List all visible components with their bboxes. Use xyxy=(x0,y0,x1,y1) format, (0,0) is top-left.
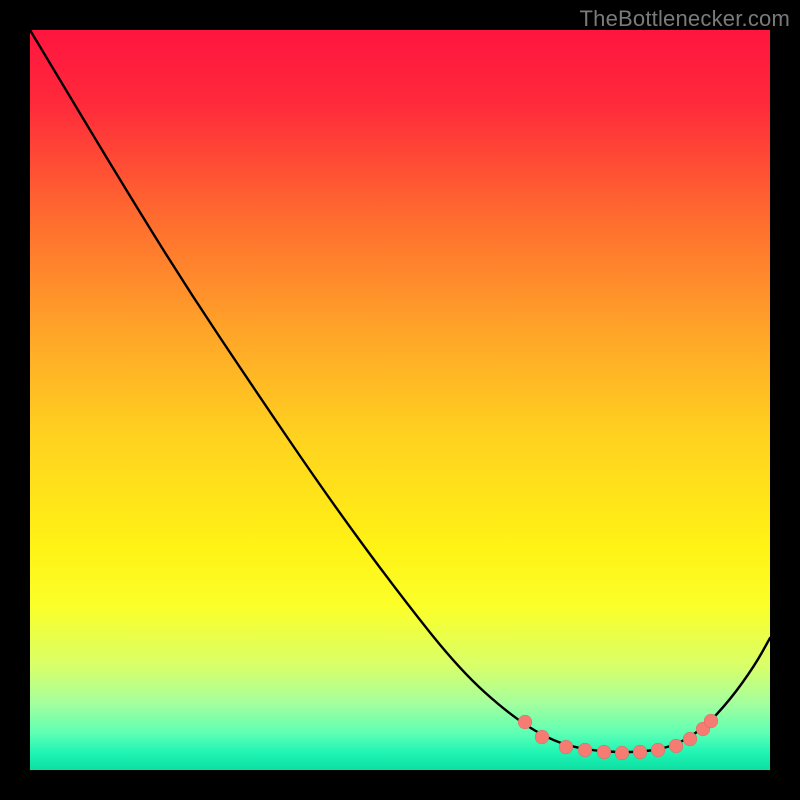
data-marker xyxy=(578,743,592,757)
data-marker xyxy=(683,732,697,746)
data-marker xyxy=(615,746,629,760)
watermark-text: TheBottlenecker.com xyxy=(580,6,790,32)
data-marker xyxy=(559,740,573,754)
data-marker xyxy=(704,714,718,728)
data-marker xyxy=(669,739,683,753)
chart-svg xyxy=(30,30,770,770)
data-marker xyxy=(651,743,665,757)
data-marker xyxy=(597,745,611,759)
gradient-background xyxy=(30,30,770,770)
data-marker xyxy=(633,745,647,759)
chart-frame xyxy=(30,30,770,770)
data-marker xyxy=(535,730,549,744)
data-marker xyxy=(518,715,532,729)
